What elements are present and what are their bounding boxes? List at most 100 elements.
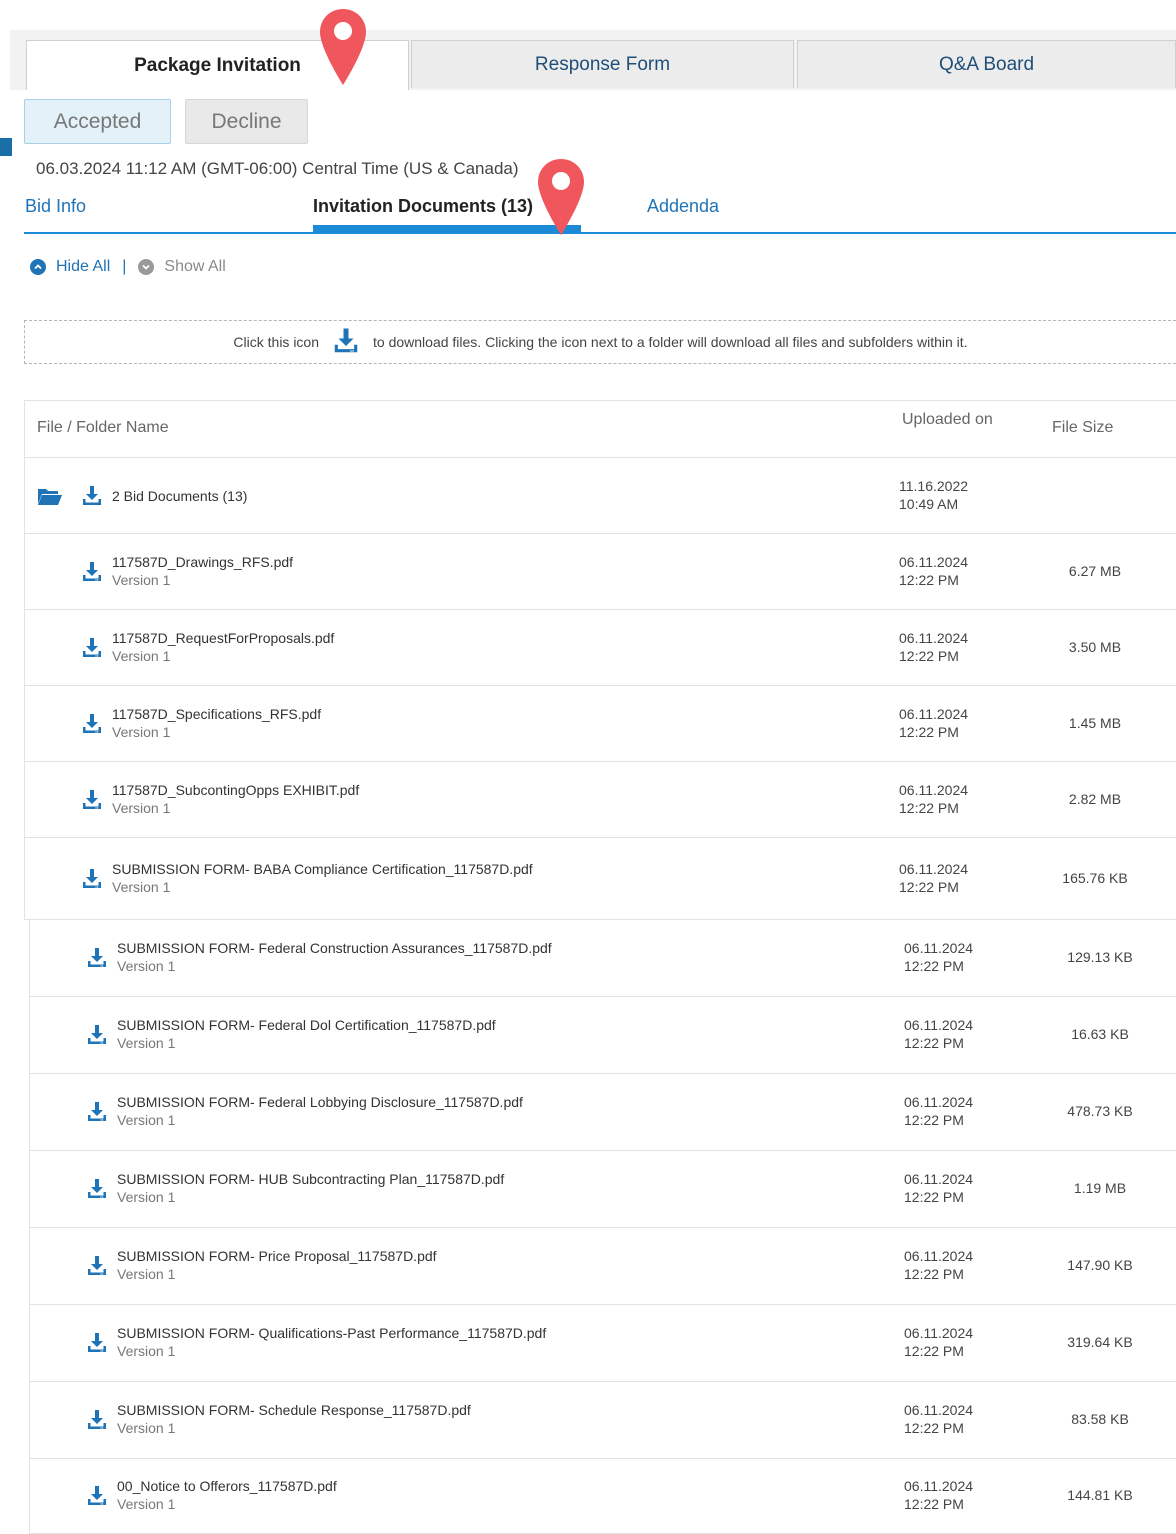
subtab-bid-info[interactable]: Bid Info	[25, 196, 86, 217]
file-name-text[interactable]: 117587D_SubcontingOpps EXHIBIT.pdf	[112, 782, 359, 798]
file-name[interactable]: 117587D_SubcontingOpps EXHIBIT.pdf Versio…	[112, 781, 359, 817]
file-name[interactable]: SUBMISSION FORM- Qualifications-Past Per…	[117, 1324, 546, 1360]
file-name[interactable]: 117587D_Drawings_RFS.pdf Version 1	[112, 553, 293, 589]
file-date: 06.11.2024	[899, 705, 969, 722]
left-edge-marker	[0, 138, 12, 156]
column-header-size[interactable]: File Size	[1052, 419, 1113, 437]
file-name[interactable]: 117587D_Specifications_RFS.pdf Version 1	[112, 705, 321, 741]
decline-button[interactable]: Decline	[185, 99, 308, 144]
accepted-button[interactable]: Accepted	[24, 99, 171, 144]
chevron-up-circle-icon[interactable]	[30, 259, 46, 275]
invitation-timestamp: 06.03.2024 11:12 AM (GMT-06:00) Central …	[36, 159, 519, 178]
subtab-underline	[24, 232, 1176, 234]
table-row[interactable]: SUBMISSION FORM- Federal Construction As…	[29, 920, 1176, 997]
file-name[interactable]: SUBMISSION FORM- Federal Dol Certificati…	[117, 1016, 496, 1052]
file-name-text[interactable]: SUBMISSION FORM- BABA Compliance Certifi…	[112, 861, 533, 877]
file-name-text[interactable]: SUBMISSION FORM- Federal Lobbying Disclo…	[117, 1094, 523, 1110]
file-size: 6.27 MB	[1068, 562, 1122, 579]
download-icon	[331, 326, 361, 359]
file-name-text[interactable]: SUBMISSION FORM- Schedule Response_11758…	[117, 1402, 471, 1418]
file-name[interactable]: 00_Notice to Offerors_117587D.pdf Version…	[117, 1477, 337, 1513]
file-time: 12:22 PM	[904, 1420, 964, 1436]
download-icon[interactable]	[85, 1176, 109, 1207]
folder-open-icon[interactable]	[37, 483, 63, 514]
hide-all-link[interactable]: Hide All	[56, 258, 110, 276]
tab-qa-board[interactable]: Q&A Board	[797, 40, 1176, 88]
show-all-link[interactable]: Show All	[164, 258, 225, 276]
file-version: Version 1	[112, 571, 171, 588]
download-icon[interactable]	[85, 1483, 109, 1514]
notice-text-before: Click this icon	[233, 334, 320, 350]
file-name-text[interactable]: SUBMISSION FORM- Federal Dol Certificati…	[117, 1017, 496, 1033]
table-row[interactable]: 117587D_SubcontingOpps EXHIBIT.pdf Versio…	[24, 762, 1176, 838]
download-icon[interactable]	[80, 483, 104, 514]
download-icon[interactable]	[85, 945, 109, 976]
file-date: 06.11.2024	[899, 629, 969, 646]
folder-name[interactable]: 2 Bid Documents (13)	[112, 487, 247, 505]
table-header: File / Folder Name Uploaded on File Size	[24, 400, 1176, 458]
file-name-text[interactable]: SUBMISSION FORM- Qualifications-Past Per…	[117, 1325, 546, 1341]
download-icon[interactable]	[85, 1407, 109, 1438]
table-row[interactable]: SUBMISSION FORM- Schedule Response_11758…	[29, 1382, 1176, 1459]
download-icon[interactable]	[85, 1022, 109, 1053]
file-name-text[interactable]: 117587D_Specifications_RFS.pdf	[112, 706, 321, 722]
expand-toggle-row: Hide All | Show All	[30, 258, 226, 276]
download-icon[interactable]	[85, 1099, 109, 1130]
file-name-text[interactable]: 00_Notice to Offerors_117587D.pdf	[117, 1478, 337, 1494]
download-icon[interactable]	[80, 866, 104, 897]
file-name[interactable]: SUBMISSION FORM- Price Proposal_117587D.…	[117, 1247, 437, 1283]
file-version: Version 1	[112, 647, 171, 664]
column-header-name[interactable]: File / Folder Name	[37, 419, 169, 437]
file-name[interactable]: SUBMISSION FORM- Schedule Response_11758…	[117, 1401, 471, 1437]
file-name[interactable]: SUBMISSION FORM- Federal Lobbying Disclo…	[117, 1093, 523, 1129]
table-row[interactable]: SUBMISSION FORM- Federal Lobbying Disclo…	[29, 1074, 1176, 1151]
file-size: 165.76 KB	[1062, 869, 1128, 886]
file-version: Version 1	[112, 799, 171, 816]
table-row[interactable]: SUBMISSION FORM- Qualifications-Past Per…	[29, 1305, 1176, 1382]
file-name[interactable]: 117587D_RequestForProposals.pdf Version 1	[112, 629, 334, 665]
file-name-text[interactable]: SUBMISSION FORM- Federal Construction As…	[117, 940, 552, 956]
location-pin-icon	[538, 159, 584, 235]
table-row[interactable]: 117587D_RequestForProposals.pdf Version 1…	[24, 610, 1176, 686]
folder-uploaded: 11.16.2022 10:49 AM	[899, 477, 968, 513]
file-name-text[interactable]: SUBMISSION FORM- HUB Subcontracting Plan…	[117, 1171, 504, 1187]
download-icon[interactable]	[85, 1253, 109, 1284]
table-row[interactable]: SUBMISSION FORM- BABA Compliance Certifi…	[24, 838, 1176, 920]
file-version: Version 1	[117, 1112, 176, 1128]
file-name[interactable]: SUBMISSION FORM- Federal Construction As…	[117, 939, 552, 975]
table-row[interactable]: SUBMISSION FORM- HUB Subcontracting Plan…	[29, 1151, 1176, 1228]
table-row[interactable]: 00_Notice to Offerors_117587D.pdf Version…	[29, 1459, 1176, 1534]
subtab-addenda[interactable]: Addenda	[647, 196, 719, 217]
tab-response-form[interactable]: Response Form	[411, 40, 794, 88]
table-row[interactable]: SUBMISSION FORM- Price Proposal_117587D.…	[29, 1228, 1176, 1305]
file-date: 06.11.2024	[904, 1248, 974, 1264]
file-date: 06.11.2024	[904, 1402, 974, 1418]
table-row[interactable]: SUBMISSION FORM- Federal Dol Certificati…	[29, 997, 1176, 1074]
file-time: 12:22 PM	[904, 1343, 964, 1359]
file-name[interactable]: SUBMISSION FORM- BABA Compliance Certifi…	[112, 860, 533, 896]
file-name-text[interactable]: SUBMISSION FORM- Price Proposal_117587D.…	[117, 1248, 437, 1264]
download-icon[interactable]	[80, 711, 104, 742]
download-icon[interactable]	[80, 559, 104, 590]
folder-row[interactable]: 2 Bid Documents (13) 11.16.2022 10:49 AM	[24, 458, 1176, 534]
file-time: 12:22 PM	[904, 1189, 964, 1205]
file-size: 319.64 KB	[1067, 1334, 1133, 1350]
chevron-down-circle-icon[interactable]	[138, 259, 155, 275]
documents-table: File / Folder Name Uploaded on File Size…	[24, 400, 1176, 1534]
download-icon[interactable]	[85, 1330, 109, 1361]
file-size: 147.90 KB	[1067, 1257, 1133, 1273]
column-header-uploaded[interactable]: Uploaded on	[902, 411, 993, 429]
download-icon[interactable]	[80, 635, 104, 666]
file-date: 06.11.2024	[904, 1017, 974, 1033]
download-icon[interactable]	[80, 787, 104, 818]
table-row[interactable]: 117587D_Drawings_RFS.pdf Version 1 06.11.2…	[24, 534, 1176, 610]
file-name-text[interactable]: 117587D_RequestForProposals.pdf	[112, 630, 334, 646]
subtab-invitation-documents[interactable]: Invitation Documents (13)	[313, 196, 533, 217]
file-date: 06.11.2024	[899, 553, 969, 570]
file-name-text[interactable]: 117587D_Drawings_RFS.pdf	[112, 554, 293, 570]
file-version: Version 1	[117, 1496, 176, 1512]
table-row[interactable]: 117587D_Specifications_RFS.pdf Version 1 0…	[24, 686, 1176, 762]
file-name[interactable]: SUBMISSION FORM- HUB Subcontracting Plan…	[117, 1170, 504, 1206]
file-version: Version 1	[117, 1343, 176, 1359]
file-date: 06.11.2024	[904, 1171, 974, 1187]
